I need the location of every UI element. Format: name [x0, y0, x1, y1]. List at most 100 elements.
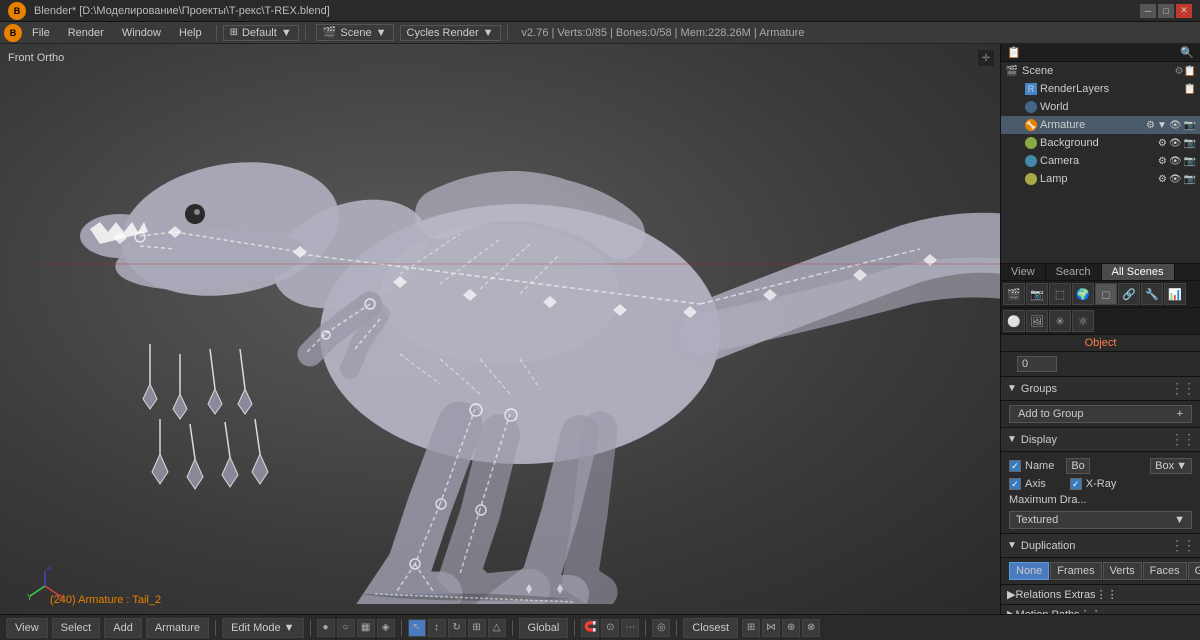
bg-icon2: ⚙: [1158, 138, 1167, 149]
menu-separator: [216, 25, 217, 41]
status-sep1: [215, 620, 216, 636]
add-group-icon: +: [1177, 408, 1183, 420]
prop-tab-data[interactable]: 📊: [1164, 283, 1186, 305]
view-button[interactable]: View: [6, 618, 48, 638]
prop-tab-texture[interactable]: 🖼: [1026, 310, 1048, 332]
file-menu[interactable]: File: [24, 23, 58, 43]
transform-icon5[interactable]: △: [488, 619, 506, 637]
view-tab-allscenes[interactable]: All Scenes: [1102, 264, 1175, 280]
view-tab-search[interactable]: Search: [1046, 264, 1102, 280]
pass-index-row: [1001, 352, 1200, 377]
snap-option2[interactable]: ⋯: [621, 619, 639, 637]
svg-text:Z: Z: [47, 566, 52, 572]
pivot-icon[interactable]: ◎: [652, 619, 670, 637]
extra-icon3[interactable]: ⊕: [782, 619, 800, 637]
solid-display-icon[interactable]: ●: [317, 619, 335, 637]
snap-magnet[interactable]: 🧲: [581, 619, 599, 637]
view-tabs-bar: View Search All Scenes: [1001, 264, 1200, 281]
dup-btn-frames[interactable]: Frames: [1050, 562, 1101, 580]
snap-option[interactable]: ⊙: [601, 619, 619, 637]
prop-tab-particles[interactable]: ✳: [1049, 310, 1071, 332]
prop-tab-scene[interactable]: 🎬: [1003, 283, 1025, 305]
closest-button[interactable]: Closest: [683, 618, 738, 638]
display-section-header[interactable]: ▼ Display ⋮⋮: [1001, 428, 1200, 452]
armature-icon: 🦴: [1025, 119, 1037, 131]
outliner-item-renderlayers[interactable]: R RenderLayers 📋: [1001, 80, 1200, 98]
render-menu[interactable]: Render: [60, 23, 112, 43]
name-checkbox[interactable]: [1009, 460, 1021, 472]
dup-btn-faces[interactable]: Faces: [1143, 562, 1187, 580]
close-button[interactable]: ✕: [1176, 4, 1192, 18]
transform-icon1[interactable]: ↖: [408, 619, 426, 637]
minimize-button[interactable]: ─: [1140, 4, 1156, 18]
textured-dropdown[interactable]: Textured ▼: [1009, 511, 1192, 529]
view-tab-view[interactable]: View: [1001, 264, 1046, 280]
display-icons: ● ○ ▦ ◈: [317, 619, 395, 637]
relations-header[interactable]: ▶ Relations Extras ⋮⋮: [1001, 585, 1200, 605]
layout-selector[interactable]: ⊞ Default ▼: [223, 25, 299, 41]
outliner: 📋 🔍 🎬 Scene ⚙📋 R RenderLayers 📋 Wor: [1001, 44, 1200, 264]
status-sep6: [645, 620, 646, 636]
renderlayers-label: RenderLayers: [1040, 83, 1109, 95]
transform-icon4[interactable]: ⊞: [468, 619, 486, 637]
right-panel: 📋 🔍 🎬 Scene ⚙📋 R RenderLayers 📋 Wor: [1000, 44, 1200, 614]
textured-label: Textured: [1016, 514, 1058, 526]
extra-icon4[interactable]: ⊗: [802, 619, 820, 637]
extra-icon1[interactable]: ⊞: [742, 619, 760, 637]
maximize-button[interactable]: □: [1158, 4, 1174, 18]
snap-icons: 🧲 ⊙ ⋯: [581, 619, 639, 637]
prop-tab-constraints[interactable]: 🔗: [1118, 283, 1140, 305]
object-type-label: Object: [1001, 335, 1200, 352]
dup-btn-group[interactable]: Group: [1188, 562, 1200, 580]
axis-checkbox[interactable]: [1009, 478, 1021, 490]
dup-btn-none[interactable]: None: [1009, 562, 1049, 580]
outliner-item-scene[interactable]: 🎬 Scene ⚙📋: [1001, 62, 1200, 80]
transform-icon2[interactable]: ↕: [428, 619, 446, 637]
transform-icon3[interactable]: ↻: [448, 619, 466, 637]
prop-tab-world[interactable]: 🌍: [1072, 283, 1094, 305]
outliner-item-world[interactable]: World: [1001, 98, 1200, 116]
window-menu[interactable]: Window: [114, 23, 169, 43]
armature-controls: ⚙ ▼ 👁 📷: [1146, 120, 1196, 131]
rel-arrow: ▶: [1007, 588, 1015, 601]
xray-label: X-Ray: [1086, 478, 1117, 490]
add-to-group-button[interactable]: Add to Group +: [1009, 405, 1192, 423]
bo-dropdown[interactable]: Bo: [1066, 458, 1089, 474]
prop-tab-physics[interactable]: ⚛: [1072, 310, 1094, 332]
outliner-item-armature[interactable]: 🦴 Armature ⚙ ▼ 👁 📷: [1001, 116, 1200, 134]
textured-icon[interactable]: ▦: [357, 619, 375, 637]
outliner-item-background[interactable]: Background ⚙ 👁 📷: [1001, 134, 1200, 152]
help-menu[interactable]: Help: [171, 23, 210, 43]
add-button[interactable]: Add: [104, 618, 142, 638]
render-label: Cycles Render: [407, 27, 479, 39]
prop-tab-modifier[interactable]: 🔧: [1141, 283, 1163, 305]
scene-selector[interactable]: 🎬 Scene ▼: [316, 24, 394, 41]
outliner-item-camera[interactable]: Camera ⚙ 👁 📷: [1001, 152, 1200, 170]
arm-icon1: ⚙: [1146, 120, 1155, 131]
select-button[interactable]: Select: [52, 618, 101, 638]
pass-index-input[interactable]: [1017, 356, 1057, 372]
groups-section-header[interactable]: ▼ Groups ⋮⋮: [1001, 377, 1200, 401]
prop-tab-material[interactable]: ⚪: [1003, 310, 1025, 332]
armature-button[interactable]: Armature: [146, 618, 209, 638]
status-sep2: [310, 620, 311, 636]
outliner-item-lamp[interactable]: Lamp ⚙ 👁 📷: [1001, 170, 1200, 188]
render-engine-selector[interactable]: Cycles Render ▼: [400, 25, 501, 41]
global-button[interactable]: Global: [519, 618, 569, 638]
prop-tab-render[interactable]: 📷: [1026, 283, 1048, 305]
prop-tab-object[interactable]: ◻: [1095, 283, 1117, 305]
prop-tab-layers[interactable]: ⬚: [1049, 283, 1071, 305]
box-dropdown[interactable]: Box ▼: [1150, 458, 1192, 474]
viewport-corner-control[interactable]: ✛: [978, 50, 994, 66]
render-arrow: ▼: [483, 27, 494, 39]
xray-checkbox[interactable]: [1070, 478, 1082, 490]
wireframe-icon[interactable]: ○: [337, 619, 355, 637]
closest-label: Closest: [692, 622, 729, 634]
duplication-section-header[interactable]: ▼ Duplication ⋮⋮: [1001, 534, 1200, 558]
edit-mode-button[interactable]: Edit Mode ▼: [222, 618, 303, 638]
motion-paths-header[interactable]: ▶ Motion Paths ⋮⋮: [1001, 605, 1200, 614]
dup-btn-verts[interactable]: Verts: [1103, 562, 1142, 580]
rendered-icon[interactable]: ◈: [377, 619, 395, 637]
extra-icon2[interactable]: ⋈: [762, 619, 780, 637]
viewport[interactable]: Front Ortho: [0, 44, 1000, 614]
